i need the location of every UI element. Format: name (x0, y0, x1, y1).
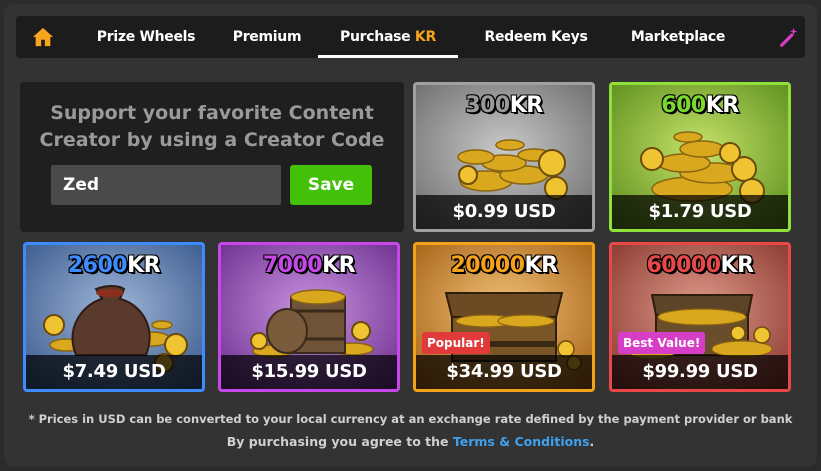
creator-title-line2: Creator by using a Creator Code (39, 129, 385, 151)
kr-amount: 20000KR (416, 253, 592, 278)
kr-amount-number: 7000 (262, 253, 323, 278)
product-card-20000[interactable]: 20000KR Popular! $34.99 USD (413, 242, 595, 392)
creator-code-title: Support your favorite Content Creator by… (20, 100, 404, 154)
currency-note: * Prices in USD can be converted to your… (28, 412, 793, 426)
terms-link[interactable]: Terms & Conditions (453, 434, 590, 449)
creator-code-input[interactable] (51, 165, 281, 205)
product-card-60000[interactable]: 60000KR Best Value! $99.99 USD (609, 242, 791, 392)
price-label: $0.99 USD (416, 195, 592, 229)
agree-prefix: By purchasing you agree to the (226, 434, 453, 449)
kr-currency: KR (705, 93, 740, 118)
kr-currency: KR (322, 253, 356, 278)
price-label: $1.79 USD (612, 195, 788, 229)
save-button[interactable]: Save (290, 165, 372, 205)
kr-amount-number: 600 (661, 93, 706, 118)
product-card-7000[interactable]: 7000KR $15.99 USD (218, 242, 400, 392)
price-label: $15.99 USD (221, 355, 397, 389)
price-label: $99.99 USD (612, 355, 788, 389)
terms-agreement: By purchasing you agree to the Terms & C… (0, 434, 821, 449)
shop-window (4, 4, 817, 467)
tab-premium[interactable]: Premium (224, 16, 310, 58)
magic-wand-icon[interactable] (778, 26, 800, 48)
kr-amount-number: 2600 (67, 253, 128, 278)
product-card-2600[interactable]: 2600KR $7.49 USD (23, 242, 205, 392)
price-label: $7.49 USD (26, 355, 202, 389)
product-card-300[interactable]: 300KR $0.99 USD (413, 82, 595, 232)
kr-amount: 600KR (612, 93, 788, 118)
agree-suffix: . (589, 434, 595, 449)
home-icon[interactable] (32, 26, 54, 48)
price-label: $34.99 USD (416, 355, 592, 389)
creator-code-panel: Support your favorite Content Creator by… (20, 82, 404, 232)
popular-badge: Popular! (422, 332, 490, 354)
tab-prize-wheels[interactable]: Prize Wheels (88, 16, 204, 58)
tab-purchase-accent: KR (414, 29, 436, 45)
kr-currency: KR (720, 253, 755, 278)
kr-amount: 7000KR (221, 253, 397, 278)
product-card-600[interactable]: 600KR $1.79 USD (609, 82, 791, 232)
kr-amount: 2600KR (26, 253, 202, 278)
tab-purchase-label: Purchase (340, 29, 415, 45)
tab-redeem-keys[interactable]: Redeem Keys (478, 16, 594, 58)
kr-currency: KR (509, 93, 544, 118)
creator-title-line1: Support your favorite Content (50, 102, 374, 124)
kr-currency: KR (127, 253, 161, 278)
best-value-badge: Best Value! (618, 332, 706, 354)
kr-amount: 300KR (416, 93, 592, 118)
kr-amount-number: 20000 (450, 253, 525, 278)
tab-marketplace[interactable]: Marketplace (624, 16, 732, 58)
kr-currency: KR (524, 253, 559, 278)
top-nav: Prize Wheels Premium Purchase KR Redeem … (16, 16, 805, 58)
tab-purchase-kr[interactable]: Purchase KR (318, 16, 458, 58)
kr-amount-number: 60000 (646, 253, 721, 278)
kr-amount: 60000KR (612, 253, 788, 278)
kr-amount-number: 300 (465, 93, 510, 118)
